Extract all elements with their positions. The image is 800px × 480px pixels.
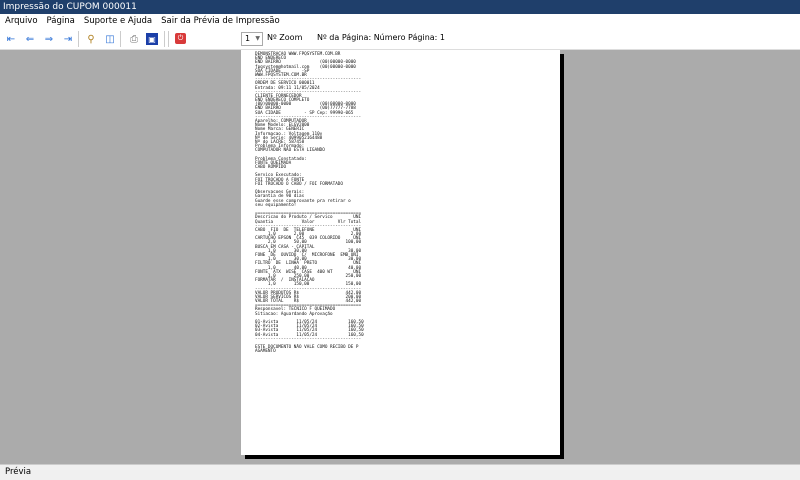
- export-icon[interactable]: ▣: [146, 33, 158, 45]
- two-pages-icon[interactable]: ◫: [103, 32, 117, 46]
- window-title: Impressão do CUPOM 000011: [0, 0, 800, 14]
- receipt-text: DEMONSTRACAO WWW.FPQSYSTEM.COM.BR END END…: [255, 52, 364, 355]
- receipt-line: AGAMENTO: [255, 349, 276, 355]
- status-bar: Prévia: [0, 464, 800, 480]
- print-preview-page: DEMONSTRACAO WWW.FPQSYSTEM.COM.BR END END…: [241, 50, 560, 455]
- divider: [78, 31, 79, 47]
- zoom-label: Nº Zoom: [267, 33, 303, 42]
- zoom-select[interactable]: 1 ▼: [241, 32, 263, 46]
- first-page-icon[interactable]: ⇤: [4, 32, 18, 46]
- previous-page-icon[interactable]: ⇐: [23, 32, 37, 46]
- print-icon[interactable]: ⎙: [127, 32, 141, 46]
- menu-pagina[interactable]: Página: [47, 14, 75, 28]
- menu-bar: Arquivo Página Suporte e Ajuda Sair da P…: [0, 14, 800, 28]
- close-preview-icon[interactable]: ⏻: [175, 33, 186, 44]
- page-label: Nº da Página: Número Página: 1: [317, 33, 445, 42]
- divider: [120, 31, 121, 47]
- receipt-line: ----------------------------------------…: [255, 336, 362, 342]
- next-page-icon[interactable]: ⇒: [42, 32, 56, 46]
- chevron-down-icon: ▼: [255, 35, 260, 42]
- divider: [168, 31, 169, 47]
- toolbar: ⇤ ⇐ ⇒ ⇥ ⚲ ◫ ⎙ ▣ ⏻ 1 ▼ Nº Zoom Nº da Págin…: [0, 28, 800, 50]
- menu-suporte[interactable]: Suporte e Ajuda: [84, 14, 152, 28]
- menu-arquivo[interactable]: Arquivo: [5, 14, 38, 28]
- zoom-value: 1: [245, 34, 251, 43]
- menu-sair[interactable]: Sair da Prévia de Impressão: [161, 14, 280, 28]
- magnify-icon[interactable]: ⚲: [84, 32, 98, 46]
- divider: [164, 31, 165, 47]
- last-page-icon[interactable]: ⇥: [61, 32, 75, 46]
